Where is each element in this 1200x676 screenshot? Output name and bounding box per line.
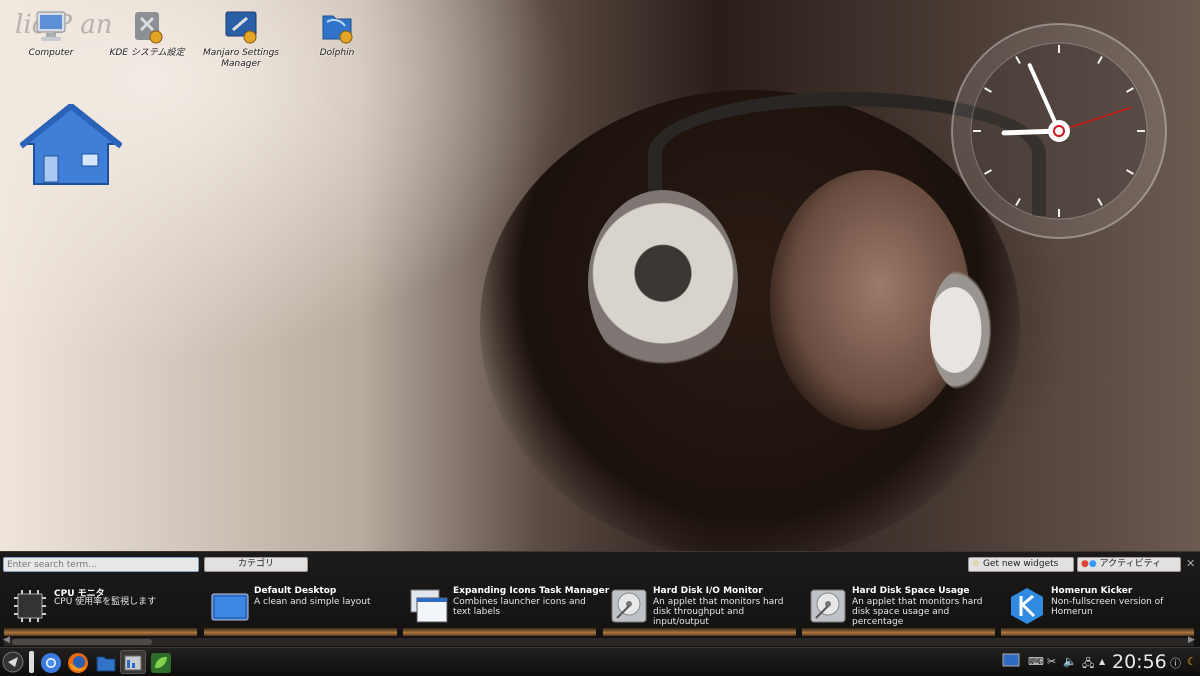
scroll-right-arrow-icon[interactable]: ▶ [1188, 635, 1195, 645]
analog-clock-widget[interactable] [950, 22, 1168, 240]
widget-scrollbar-thumb[interactable] [12, 639, 152, 645]
cpu-chip-icon [14, 590, 46, 622]
widget-title: Hard Disk I/O Monitor [653, 586, 763, 596]
system-settings-icon [135, 12, 163, 44]
desktop-icon-computer[interactable]: Computer [6, 8, 96, 59]
widget-title: Hard Disk Space Usage [852, 586, 970, 596]
widget-desc: An applet that monitors hard disk throug… [653, 597, 784, 627]
activities-icon: ● [1081, 559, 1089, 569]
system-monitor-icon[interactable] [122, 652, 144, 674]
chromium-icon[interactable] [40, 652, 62, 674]
desktop-icon-label: Computer [28, 48, 74, 58]
get-new-widgets-label: Get new widgets [982, 559, 1059, 569]
widget-accent-bar [603, 628, 796, 636]
manjaro-settings-icon [225, 11, 257, 44]
taskbar: ⌨ ✂ 🔈 🖧 ▲ 20:56 ⓘ ☾ [0, 647, 1200, 676]
desktop-icon-dolphin[interactable]: Dolphin [292, 8, 382, 59]
scroll-left-arrow-icon[interactable]: ◀ [3, 635, 10, 645]
windows-stack-icon [410, 589, 448, 623]
activities-label: アクティビティ [1099, 559, 1162, 569]
expand-arrow-icon[interactable]: ▲ [1099, 657, 1105, 666]
launcher-menu-icon[interactable] [2, 651, 24, 673]
firefox-icon[interactable] [67, 652, 89, 674]
dolphin-folder-icon [322, 15, 353, 44]
moon-icon[interactable]: ☾ [1187, 655, 1197, 668]
computer-icon [36, 11, 66, 41]
wallpaper-headphone-right [930, 270, 992, 390]
widget-search-input[interactable] [3, 557, 199, 572]
widget-accent-bar [4, 628, 197, 636]
taskbar-clock[interactable]: 20:56 [1112, 651, 1167, 673]
screen-icon[interactable] [1002, 653, 1020, 669]
widget-accent-bar [1001, 628, 1194, 636]
widget-desc: Non-fullscreen version of Homerun [1051, 597, 1164, 617]
desktop-icon-label: Manjaro Settings Manager [203, 48, 279, 69]
widget-accent-bar [403, 628, 596, 636]
widget-explorer: カテゴリ ☆ Get new widgets ●● アクティビティ ✕ CPU … [0, 551, 1200, 648]
desktop-icon-manjaro-settings[interactable]: Manjaro Settings Manager [196, 8, 286, 70]
widget-accent-bar [802, 628, 995, 636]
hard-disk-icon [611, 589, 647, 623]
dolphin-icon[interactable] [95, 652, 117, 674]
kde-k-icon [1011, 588, 1043, 624]
widget-scrollbar-track[interactable] [4, 638, 1194, 646]
activities-button[interactable]: ●● アクティビティ [1077, 557, 1181, 572]
widget-accent-bar [204, 628, 397, 636]
desktop-screen-icon [211, 593, 249, 621]
hard-disk-icon [810, 589, 846, 623]
activities-icon-dot: ● [1088, 559, 1097, 569]
volume-icon[interactable]: 🔈 [1063, 655, 1077, 668]
network-icon[interactable]: 🖧 [1082, 655, 1094, 674]
get-new-widgets-button[interactable]: ☆ Get new widgets [968, 557, 1074, 572]
leaf-app-icon[interactable] [150, 652, 172, 674]
wallpaper-headphone-left [588, 190, 738, 375]
widget-title: Expanding Icons Task Manager [453, 586, 610, 596]
category-button[interactable]: カテゴリ [204, 557, 308, 572]
desktop-icon-label: Dolphin [319, 48, 355, 58]
widget-title: Default Desktop [254, 586, 337, 596]
widget-desc: Combines launcher icons and text labels [453, 597, 586, 617]
activity-indicator [29, 651, 34, 673]
desktop-icon-label: KDE システム設定 [109, 48, 185, 58]
close-explorer-button[interactable]: ✕ [1186, 557, 1195, 570]
info-icon[interactable]: ⓘ [1170, 655, 1181, 671]
widget-desc: CPU 使用率を監視します [54, 597, 157, 607]
home-icon[interactable] [20, 104, 122, 188]
desktop-icon-kde-settings[interactable]: KDE システム設定 [102, 8, 192, 59]
clock-center-cap [1048, 120, 1070, 142]
star-icon: ☆ [972, 559, 981, 569]
keyboard-icon[interactable]: ⌨ [1028, 655, 1044, 668]
widget-title: Homerun Kicker [1051, 586, 1133, 596]
widget-desc: An applet that monitors hard disk space … [852, 597, 983, 627]
widget-desc: A clean and simple layout [254, 597, 371, 607]
cut-icon[interactable]: ✂ [1047, 655, 1056, 668]
